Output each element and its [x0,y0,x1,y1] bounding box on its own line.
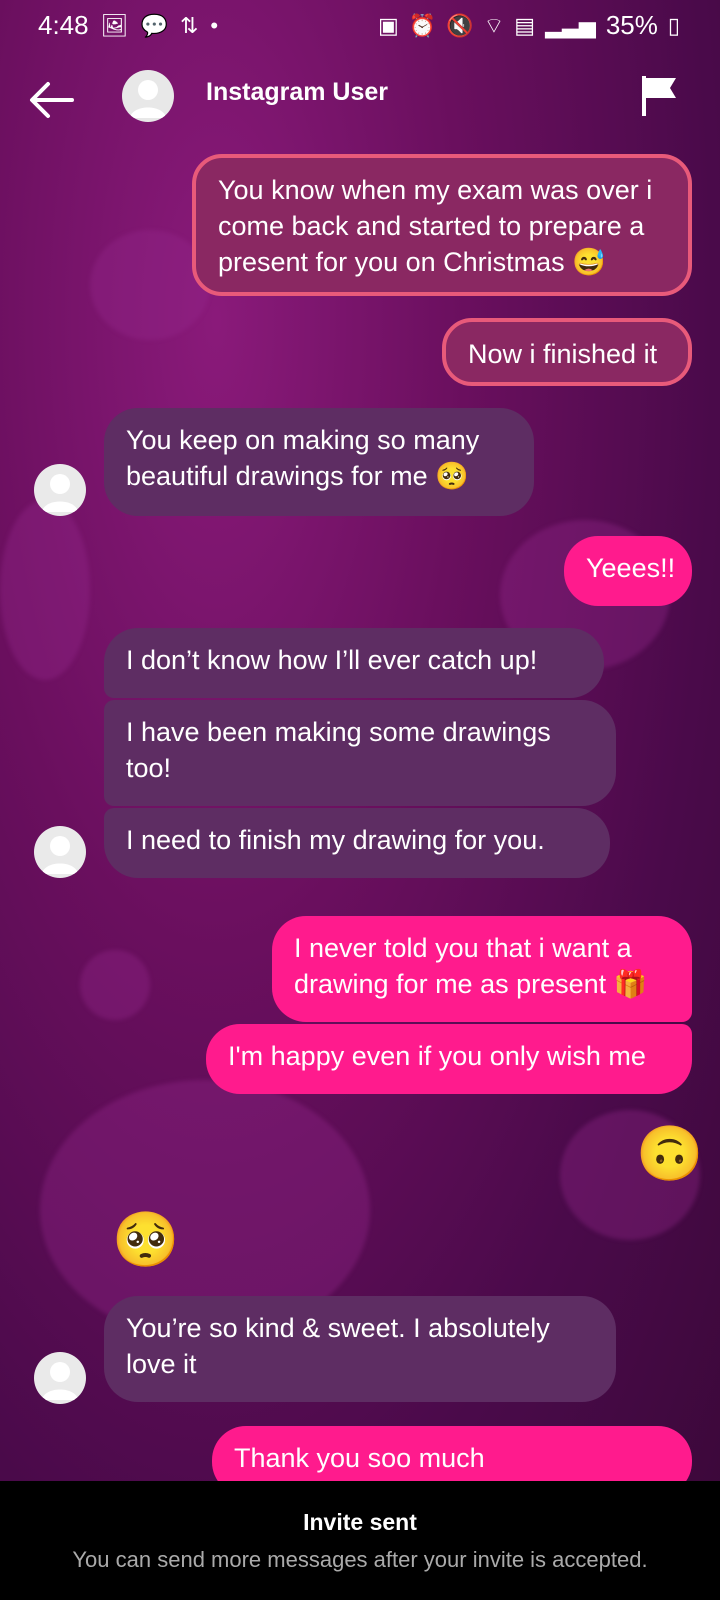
vibrate-icon: ▣ [377,12,399,38]
person-icon [42,1362,78,1400]
flag-icon[interactable] [640,74,680,118]
dot-icon: • [210,12,219,38]
person-icon [130,80,166,118]
message-bubble-received[interactable]: You’re so kind & sweet. I absolutely lov… [104,1296,616,1402]
battery-icon: ▯ [667,12,680,38]
image-icon: 🖼 [100,12,129,38]
message-bubble-received[interactable]: I need to finish my drawing for you. [104,808,610,878]
invite-banner: Invite sent You can send more messages a… [0,1481,720,1600]
message-bubble-received[interactable]: I don’t know how I’ll ever catch up! [104,628,604,698]
status-right: ▣ ⏰ 🔇 ⌔ ▤ ▂▃▅ 35% ▯ [378,10,680,41]
contact-name[interactable]: Instagram User [206,78,388,107]
person-icon [42,474,78,512]
battery-percent: 35% [605,10,658,40]
wifi-icon: ⌔ [483,12,505,38]
message-bubble-received[interactable]: I have been making some drawings too! [104,700,616,806]
contact-avatar[interactable] [122,70,174,122]
person-icon [42,836,78,874]
banner-subtitle: You can send more messages after your in… [72,1547,648,1572]
banner-title: Invite sent [303,1509,417,1535]
emoji-message-received[interactable]: 🥺 [112,1210,179,1270]
background-heart [80,950,150,1020]
alarm-icon: ⏰ [408,12,437,38]
arrow-left-icon[interactable] [28,78,76,122]
emoji-message-sent[interactable]: 🙃 [636,1124,703,1184]
message-bubble-sent[interactable]: You know when my exam was over i come ba… [192,154,692,296]
volte-icon: ▤ [514,12,536,38]
message-bubble-received[interactable]: You keep on making so many beautiful dra… [104,408,534,516]
chat-bubble-icon: 💬 [140,12,168,38]
message-bubble-sent[interactable]: Yeees!! [564,536,692,606]
message-bubble-sent[interactable]: I'm happy even if you only wish me [206,1024,692,1094]
status-bar: 4:48 🖼 💬 ⇅ • ▣ ⏰ 🔇 ⌔ ▤ ▂▃▅ 35% ▯ [0,0,720,56]
status-left: 4:48 🖼 💬 ⇅ • [38,10,218,41]
mute-icon: 🔇 [446,12,474,38]
avatar[interactable] [34,826,86,878]
background-heart [0,500,90,680]
status-time: 4:48 [38,10,89,40]
signal-icon: ▂▃▅ [545,12,596,38]
message-bubble-sent[interactable]: I never told you that i want a drawing f… [272,916,692,1022]
avatar[interactable] [34,464,86,516]
message-bubble-sent[interactable]: Now i finished it [442,318,692,386]
chat-header: Instagram User [0,60,720,140]
data-arrows-icon: ⇅ [179,12,199,38]
avatar[interactable] [34,1352,86,1404]
